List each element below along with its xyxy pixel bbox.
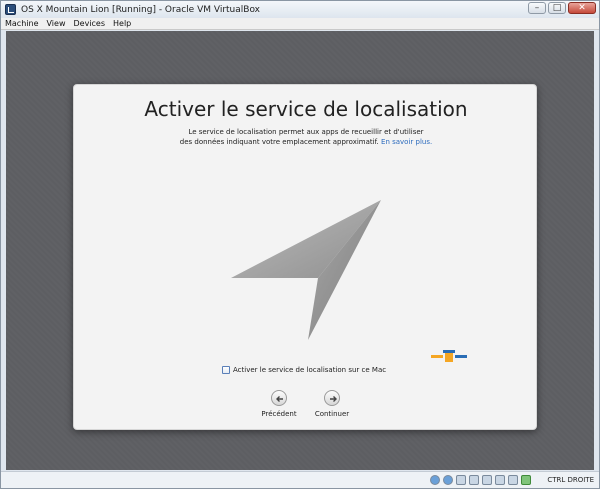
location-arrow-icon <box>231 200 381 340</box>
arrow-right-circle-icon <box>324 390 340 406</box>
arrow-left-circle-icon <box>271 390 287 406</box>
checkbox-label: Activer le service de localisation sur c… <box>233 366 387 374</box>
continue-button-label: Continuer <box>314 410 350 418</box>
location-services-checkbox[interactable] <box>222 366 230 374</box>
optical-drive-icon[interactable] <box>443 475 453 485</box>
status-bar: CTRL DROITE <box>1 471 599 488</box>
title-bar[interactable]: OS X Mountain Lion [Running] - Oracle VM… <box>1 1 599 18</box>
host-key-icon[interactable] <box>521 475 531 485</box>
shared-folders-icon[interactable] <box>469 475 479 485</box>
virtualbox-window: OS X Mountain Lion [Running] - Oracle VM… <box>0 0 600 489</box>
menu-bar: Machine View Devices Help <box>1 18 599 30</box>
watermark-logo <box>431 350 467 362</box>
dialog-title: Activer le service de localisation <box>144 97 468 121</box>
learn-more-link[interactable]: En savoir plus. <box>381 138 432 146</box>
location-checkbox-row[interactable]: Activer le service de localisation sur c… <box>222 366 386 374</box>
minimize-button[interactable]: – <box>528 2 546 14</box>
close-button[interactable]: ✕ <box>568 2 596 14</box>
usb-icon[interactable] <box>456 475 466 485</box>
description-line-1: Le service de localisation permet aux ap… <box>188 128 424 136</box>
hard-disk-icon[interactable] <box>430 475 440 485</box>
maximize-button[interactable]: □ <box>548 2 566 14</box>
virtualbox-app-icon <box>5 4 16 15</box>
host-key-label: CTRL DROITE <box>547 476 594 484</box>
display-icon[interactable] <box>495 475 505 485</box>
capture-icon[interactable] <box>508 475 518 485</box>
menu-devices[interactable]: Devices <box>69 19 109 28</box>
menu-view[interactable]: View <box>43 19 70 28</box>
network-icon[interactable] <box>482 475 492 485</box>
back-button-label: Précédent <box>261 410 297 418</box>
window-title: OS X Mountain Lion [Running] - Oracle VM… <box>21 4 260 15</box>
continue-button[interactable]: Continuer <box>312 390 352 418</box>
menu-help[interactable]: Help <box>109 19 135 28</box>
dialog-description: Le service de localisation permet aux ap… <box>74 127 538 147</box>
location-services-dialog: Activer le service de localisation Le se… <box>73 84 537 430</box>
window-controls: – □ ✕ <box>528 2 596 14</box>
menu-machine[interactable]: Machine <box>1 19 43 28</box>
back-button[interactable]: Précédent <box>259 390 299 418</box>
description-line-2: des données indiquant votre emplacement … <box>179 138 379 146</box>
status-icons <box>430 475 531 485</box>
vm-display[interactable]: Activer le service de localisation Le se… <box>6 31 594 470</box>
